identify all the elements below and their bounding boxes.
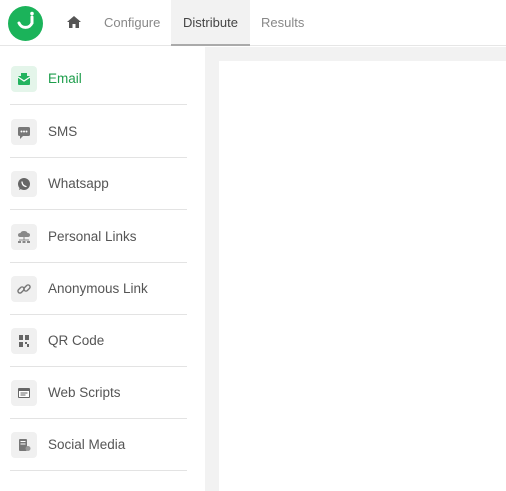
web-scripts-icon (11, 379, 37, 406)
sidebar-item-email[interactable]: Email (10, 53, 187, 105)
main-content-area (205, 47, 506, 491)
sidebar-item-label: Web Scripts (48, 385, 121, 400)
tab-configure[interactable]: Configure (104, 0, 160, 46)
social-media-icon (11, 431, 37, 458)
tab-distribute[interactable]: Distribute (171, 0, 250, 46)
qr-code-icon (11, 327, 37, 354)
sidebar-item-label: Anonymous Link (48, 281, 148, 296)
tab-results[interactable]: Results (261, 0, 304, 46)
sidebar-item-whatsapp[interactable]: Whatsapp (10, 158, 187, 210)
distribution-sidebar: Email SMS Whatsapp Personal Links Anonym… (0, 47, 205, 491)
link-icon (11, 275, 37, 302)
sidebar-item-personal-links[interactable]: Personal Links (10, 211, 187, 263)
sidebar-item-web-scripts[interactable]: Web Scripts (10, 367, 187, 419)
sidebar-item-sms[interactable]: SMS (10, 106, 187, 158)
sidebar-item-label: Personal Links (48, 229, 137, 244)
sidebar-item-social-media[interactable]: Social Media (10, 419, 187, 471)
personal-links-icon (11, 223, 37, 250)
top-nav-bar: Configure Distribute Results (0, 0, 506, 46)
logo-icon (17, 11, 34, 29)
sidebar-item-label: Social Media (48, 437, 126, 452)
sidebar-item-label: SMS (48, 124, 78, 139)
home-icon[interactable] (66, 14, 82, 30)
whatsapp-icon (11, 170, 37, 197)
sms-icon (11, 118, 37, 145)
email-icon (11, 65, 37, 92)
sidebar-item-label: QR Code (48, 333, 105, 348)
sidebar-item-label: Email (48, 71, 82, 86)
content-panel (219, 61, 506, 491)
sidebar-item-anonymous-link[interactable]: Anonymous Link (10, 263, 187, 315)
sidebar-item-label: Whatsapp (48, 176, 109, 191)
app-logo[interactable] (8, 6, 43, 41)
sidebar-item-qr-code[interactable]: QR Code (10, 315, 187, 367)
